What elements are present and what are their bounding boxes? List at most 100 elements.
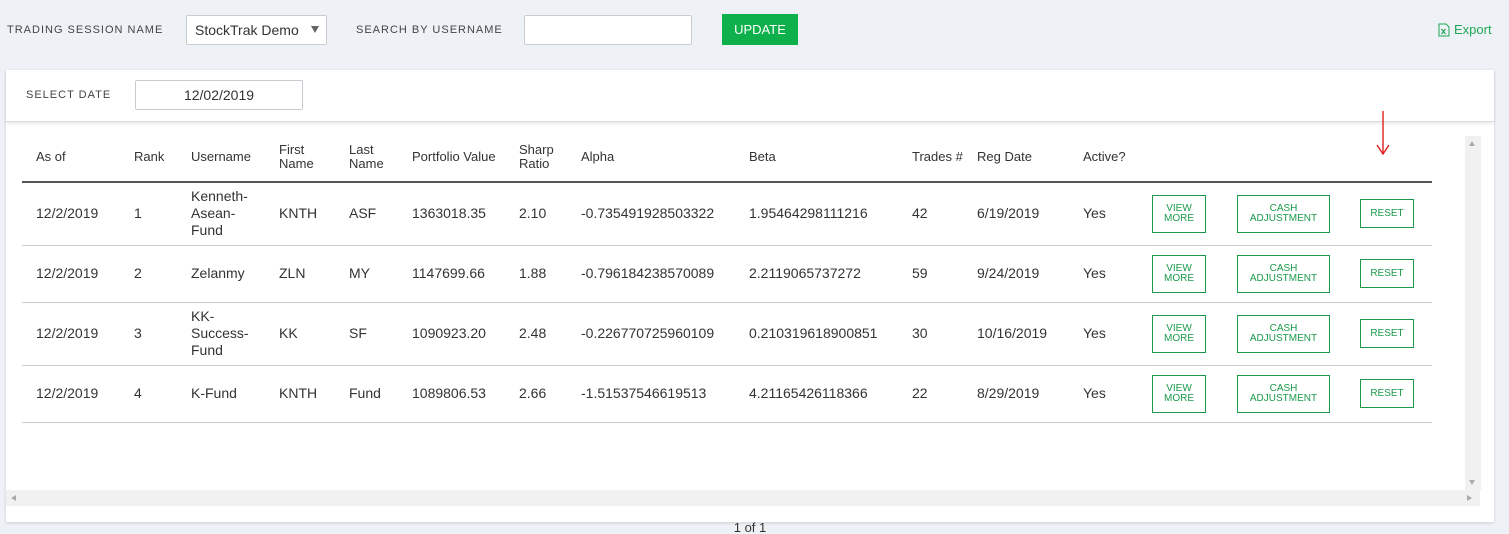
- cell-as-of: 12/2/2019: [22, 302, 120, 366]
- cell-first-name: KNTH: [265, 182, 335, 246]
- view-more-button[interactable]: VIEW MORE: [1152, 194, 1206, 233]
- col-beta[interactable]: Beta: [735, 132, 898, 183]
- col-sharp-ratio[interactable]: Sharp Ratio: [505, 132, 567, 183]
- pagination: 1 of 1: [733, 520, 767, 534]
- scroll-up-icon[interactable]: [1469, 141, 1475, 146]
- cell-trades: 22: [898, 365, 963, 423]
- cell-alpha: -0.796184238570089: [567, 245, 735, 303]
- update-button[interactable]: UPDATE: [722, 14, 798, 45]
- caret-down-icon: [311, 26, 319, 33]
- horizontal-scrollbar[interactable]: [6, 490, 1480, 506]
- cell-reg-date: 9/24/2019: [963, 245, 1069, 303]
- cell-sharp-ratio: 2.66: [505, 365, 567, 423]
- select-date-input[interactable]: [135, 80, 303, 110]
- cash-adjustment-button[interactable]: CASH ADJUSTMENT: [1237, 314, 1330, 353]
- cell-beta: 1.95464298111216: [735, 182, 898, 246]
- cell-active: Yes: [1069, 245, 1138, 303]
- cell-portfolio-value: 1089806.53: [398, 365, 505, 423]
- cell-beta: 0.210319618900851: [735, 302, 898, 366]
- cell-trades: 59: [898, 245, 963, 303]
- scroll-down-icon[interactable]: [1469, 480, 1475, 485]
- cell-username: Zelanmy: [177, 245, 265, 303]
- cell-last-name: MY: [335, 245, 398, 303]
- export-link[interactable]: Export: [1438, 22, 1492, 37]
- cell-first-name: KK: [265, 302, 335, 366]
- cell-trades: 30: [898, 302, 963, 366]
- col-action-1: [1138, 132, 1223, 183]
- cell-username: K-Fund: [177, 365, 265, 423]
- excel-file-icon: [1438, 23, 1450, 36]
- cell-portfolio-value: 1147699.66: [398, 245, 505, 303]
- leaderboard-table: As of Rank Username First Name Last Name…: [22, 132, 1432, 423]
- col-portfolio-value[interactable]: Portfolio Value: [398, 132, 505, 183]
- scroll-left-icon[interactable]: [11, 495, 16, 501]
- col-last-name[interactable]: Last Name: [335, 132, 398, 183]
- col-first-name[interactable]: First Name: [265, 132, 335, 183]
- cell-rank: 3: [120, 302, 177, 366]
- cell-active: Yes: [1069, 182, 1138, 246]
- view-more-button[interactable]: VIEW MORE: [1152, 254, 1206, 293]
- cell-reg-date: 6/19/2019: [963, 182, 1069, 246]
- select-date-label: SELECT DATE: [26, 89, 112, 101]
- table-row: 12/2/2019 4 K-Fund KNTH Fund 1089806.53 …: [22, 365, 1432, 423]
- cell-username: Kenneth-Asean-Fund: [177, 182, 265, 246]
- cell-rank: 4: [120, 365, 177, 423]
- col-username[interactable]: Username: [177, 132, 265, 183]
- cell-sharp-ratio: 1.88: [505, 245, 567, 303]
- table-row: 12/2/2019 3 KK-Success-Fund KK SF 109092…: [22, 302, 1432, 366]
- cash-adjustment-button[interactable]: CASH ADJUSTMENT: [1237, 374, 1330, 413]
- vertical-scrollbar[interactable]: [1465, 136, 1481, 490]
- reset-button[interactable]: RESET: [1360, 319, 1414, 348]
- view-more-button[interactable]: VIEW MORE: [1152, 314, 1206, 353]
- cell-username: KK-Success-Fund: [177, 302, 265, 366]
- cell-sharp-ratio: 2.10: [505, 182, 567, 246]
- cell-alpha: -1.51537546619513: [567, 365, 735, 423]
- cell-alpha: -0.735491928503322: [567, 182, 735, 246]
- red-arrow-down-icon: [1376, 111, 1390, 156]
- search-username-label: SEARCH BY USERNAME: [356, 24, 503, 36]
- trading-session-select[interactable]: StockTrak Demo Class: [186, 15, 327, 45]
- col-trades[interactable]: Trades #: [898, 132, 963, 183]
- scroll-right-icon[interactable]: [1467, 495, 1472, 501]
- cell-as-of: 12/2/2019: [22, 245, 120, 303]
- cash-adjustment-button[interactable]: CASH ADJUSTMENT: [1237, 254, 1330, 293]
- reset-button[interactable]: RESET: [1360, 199, 1414, 229]
- cell-active: Yes: [1069, 365, 1138, 423]
- cell-reg-date: 10/16/2019: [963, 302, 1069, 366]
- cell-as-of: 12/2/2019: [22, 365, 120, 423]
- col-active[interactable]: Active?: [1069, 132, 1138, 183]
- cell-reg-date: 8/29/2019: [963, 365, 1069, 423]
- col-alpha[interactable]: Alpha: [567, 132, 735, 183]
- table-header-row: As of Rank Username First Name Last Name…: [22, 132, 1432, 183]
- col-reg-date[interactable]: Reg Date: [963, 132, 1069, 183]
- cell-portfolio-value: 1363018.35: [398, 182, 505, 246]
- cell-rank: 2: [120, 245, 177, 303]
- table-row: 12/2/2019 1 Kenneth-Asean-Fund KNTH ASF …: [22, 182, 1432, 246]
- cell-last-name: SF: [335, 302, 398, 366]
- export-label: Export: [1454, 22, 1492, 37]
- trading-session-label: TRADING SESSION NAME: [7, 24, 164, 36]
- cell-first-name: ZLN: [265, 245, 335, 303]
- reset-button[interactable]: RESET: [1360, 379, 1414, 408]
- col-as-of[interactable]: As of: [22, 132, 120, 183]
- cell-first-name: KNTH: [265, 365, 335, 423]
- cell-active: Yes: [1069, 302, 1138, 366]
- cell-portfolio-value: 1090923.20: [398, 302, 505, 366]
- cell-as-of: 12/2/2019: [22, 182, 120, 246]
- search-username-input[interactable]: [524, 15, 692, 45]
- cell-last-name: Fund: [335, 365, 398, 423]
- cell-last-name: ASF: [335, 182, 398, 246]
- cell-beta: 4.21165426118366: [735, 365, 898, 423]
- top-toolbar: TRADING SESSION NAME StockTrak Demo Clas…: [0, 0, 1509, 60]
- table-row: 12/2/2019 2 Zelanmy ZLN MY 1147699.66 1.…: [22, 245, 1432, 303]
- col-rank[interactable]: Rank: [120, 132, 177, 183]
- cell-alpha: -0.226770725960109: [567, 302, 735, 366]
- cell-trades: 42: [898, 182, 963, 246]
- date-filter-row: SELECT DATE: [6, 70, 1494, 122]
- view-more-button[interactable]: VIEW MORE: [1152, 374, 1206, 413]
- cell-sharp-ratio: 2.48: [505, 302, 567, 366]
- cash-adjustment-button[interactable]: CASH ADJUSTMENT: [1237, 194, 1330, 233]
- col-action-2: [1223, 132, 1346, 183]
- trading-session-value: StockTrak Demo Class: [195, 22, 303, 38]
- reset-button[interactable]: RESET: [1360, 259, 1414, 288]
